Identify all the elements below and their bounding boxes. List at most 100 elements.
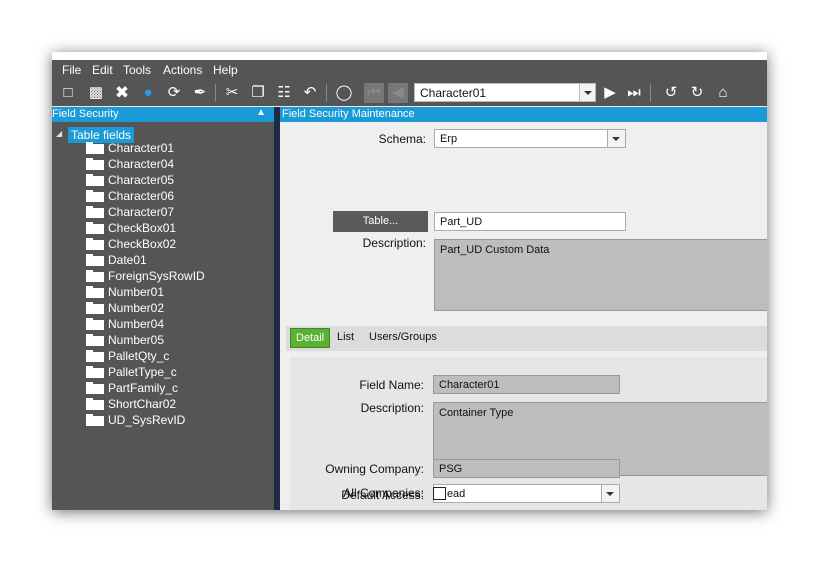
pin-icon[interactable]: ▲ [256,107,266,118]
toolbar: □ ▩ ✖ ● ⟳ ✒ ✂ ❐ ☷ ↶ ◯ ⏮ ◀ Character01 ▶ … [52,80,767,106]
menu-tools[interactable]: Tools [123,63,151,77]
tree-item[interactable]: ForeignSysRowID [86,268,266,284]
folder-icon [86,366,104,378]
refresh-icon[interactable]: ⟳ [164,83,184,103]
forward-icon[interactable]: ↻ [687,83,707,103]
delete-icon[interactable]: ✖ [112,83,132,103]
folder-icon [86,382,104,394]
chat-icon[interactable]: ● [138,83,158,103]
menu-help[interactable]: Help [213,63,238,77]
detail-description-label: Description: [360,401,424,415]
field-security-maintenance-panel: Field Security Maintenance Schema: Erp T… [280,107,767,510]
schema-select[interactable]: Erp [434,129,626,148]
detail-description-value: Container Type [439,407,514,419]
clear-icon[interactable]: ✒ [190,83,210,103]
table-button[interactable]: Table... [333,211,428,232]
first-record-icon[interactable]: ⏮ [364,83,384,103]
tree-item[interactable]: CheckBox01 [86,220,266,236]
folder-icon [86,286,104,298]
left-panel-title: Field Security [52,108,119,120]
field-name-field[interactable]: Character01 [433,375,620,394]
record-combo[interactable]: Character01 [414,83,596,102]
right-panel-title: Field Security Maintenance [282,108,415,120]
description-field[interactable]: Part_UD Custom Data [434,239,767,311]
folder-icon [86,414,104,426]
menu-actions[interactable]: Actions [163,63,202,77]
folder-icon [86,254,104,266]
folder-icon [86,334,104,346]
save-icon[interactable]: ▩ [86,83,106,103]
folder-icon [86,318,104,330]
chevron-down-icon[interactable] [607,130,625,147]
new-icon[interactable]: □ [58,83,78,103]
tree-item[interactable]: ShortChar02 [86,396,266,412]
tree-item[interactable]: Character05 [86,172,266,188]
menu-edit[interactable]: Edit [92,63,113,77]
record-combo-value: Character01 [420,86,487,100]
tree-item[interactable]: Character01 [86,140,266,156]
description-value: Part_UD Custom Data [440,244,550,256]
tree-item[interactable]: Number05 [86,332,266,348]
tree-item[interactable]: Number04 [86,316,266,332]
tree-item[interactable]: PalletType_c [86,364,266,380]
owning-company-field[interactable]: PSG [433,459,620,478]
folder-icon [86,190,104,202]
folder-icon [86,158,104,170]
folder-icon [86,206,104,218]
tree-item[interactable]: Number01 [86,284,266,300]
field-name-value: Character01 [439,379,500,391]
folder-icon [86,174,104,186]
all-companies-label: All Companies: [343,486,424,500]
tab-list[interactable]: List [337,331,354,343]
tree-item[interactable]: PalletQty_c [86,348,266,364]
folder-icon [86,238,104,250]
title-strip [52,52,767,60]
field-name-label: Field Name: [359,378,424,392]
previous-record-icon[interactable]: ◀ [388,83,408,103]
collapse-icon[interactable]: ◢ [56,129,62,138]
toolbar-separator [326,84,327,102]
folder-icon [86,142,104,154]
table-value: Part_UD [440,216,483,228]
copy-icon[interactable]: ❐ [248,83,268,103]
last-record-icon[interactable]: ⏭ [624,83,644,103]
cut-icon[interactable]: ✂ [222,83,242,103]
back-icon[interactable]: ↺ [661,83,681,103]
folder-icon [86,270,104,282]
next-record-icon[interactable]: ▶ [600,83,620,103]
all-companies-checkbox[interactable] [433,487,446,500]
paste-icon[interactable]: ☷ [274,83,294,103]
table-field[interactable]: Part_UD [434,212,626,231]
chevron-down-icon[interactable] [601,485,619,502]
folder-icon [86,222,104,234]
undo-icon[interactable]: ↶ [300,83,320,103]
tree-item[interactable]: Character06 [86,188,266,204]
schema-label: Schema: [378,132,426,146]
menu-bar: File Edit Tools Actions Help [52,60,767,80]
tree-item[interactable]: PartFamily_c [86,380,266,396]
toolbar-separator [215,84,216,102]
tab-detail[interactable]: Detail [290,328,331,348]
folder-icon [86,350,104,362]
home-icon[interactable]: ⌂ [713,83,733,103]
schema-value: Erp [440,133,458,145]
application-window: File Edit Tools Actions Help □ ▩ ✖ ● ⟳ ✒… [52,52,767,510]
default-access-select[interactable]: Read [433,484,620,503]
tree-item[interactable]: Date01 [86,252,266,268]
toolbar-separator [650,84,651,102]
chevron-down-icon[interactable] [579,84,595,101]
tab-strip: Detail List Users/Groups [286,326,767,351]
tree-item[interactable]: CheckBox02 [86,236,266,252]
description-label: Description: [362,236,426,250]
tree-item[interactable]: Number02 [86,300,266,316]
folder-icon [86,302,104,314]
binoculars-icon[interactable]: ◯ [334,83,354,103]
owning-company-label: Owning Company: [325,462,424,476]
tree-item[interactable]: UD_SysRevID [86,412,266,428]
tree-item[interactable]: Character07 [86,204,266,220]
tree-item[interactable]: Character04 [86,156,266,172]
owning-company-value: PSG [439,463,463,475]
tab-users-groups[interactable]: Users/Groups [369,331,437,343]
left-panel-header: Field Security ▲ [52,107,274,122]
menu-file[interactable]: File [62,63,81,77]
